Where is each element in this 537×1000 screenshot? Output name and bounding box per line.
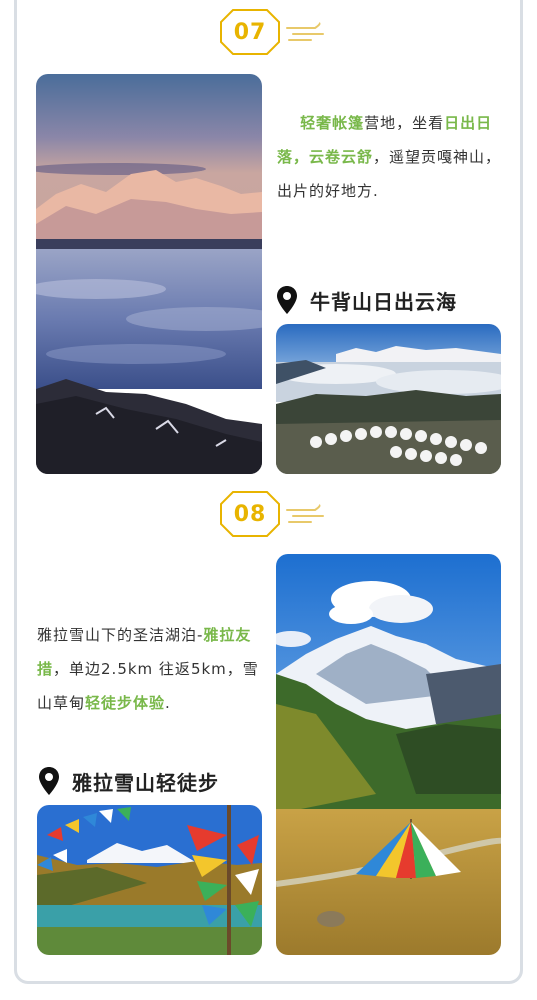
cloud-swirl-icon bbox=[286, 22, 324, 41]
location-label-07: 牛背山日出云海 bbox=[276, 285, 457, 315]
desc-part: 轻奢帐篷 bbox=[300, 114, 365, 132]
photo-tent-camp bbox=[276, 324, 501, 474]
section-number-08: 08 bbox=[233, 501, 267, 527]
location-label-08: 雅拉雪山轻徒步 bbox=[38, 766, 219, 796]
section07-description: 轻奢帐篷营地，坐看日出日落，云卷云舒，遥望贡嘎神山，出片的好地方. bbox=[277, 106, 503, 208]
photo-prayer-flags-lake bbox=[37, 805, 262, 955]
location-name: 雅拉雪山轻徒步 bbox=[72, 770, 219, 795]
section-number-07: 07 bbox=[233, 19, 267, 45]
desc-part: 雅拉雪山下的圣洁湖泊- bbox=[37, 626, 204, 644]
desc-part: 营地，坐看 bbox=[364, 114, 445, 132]
location-pin-icon bbox=[277, 286, 297, 314]
section08-description: 雅拉雪山下的圣洁湖泊-雅拉友措，单边2.5km 往返5km，雪山草甸轻徒步体验. bbox=[37, 618, 263, 720]
desc-part: 轻徒步体验 bbox=[85, 694, 166, 712]
location-name: 牛背山日出云海 bbox=[310, 289, 457, 314]
photo-yala-snow-mountain-meadow bbox=[276, 554, 501, 955]
cloud-swirl-icon bbox=[286, 504, 324, 523]
photo-snow-mountain-cloud-sea bbox=[36, 74, 262, 474]
section-number-badge-07: 07 bbox=[219, 8, 281, 56]
section-number-badge-08: 08 bbox=[219, 490, 281, 538]
location-pin-icon bbox=[39, 767, 59, 795]
desc-part: . bbox=[165, 694, 171, 712]
